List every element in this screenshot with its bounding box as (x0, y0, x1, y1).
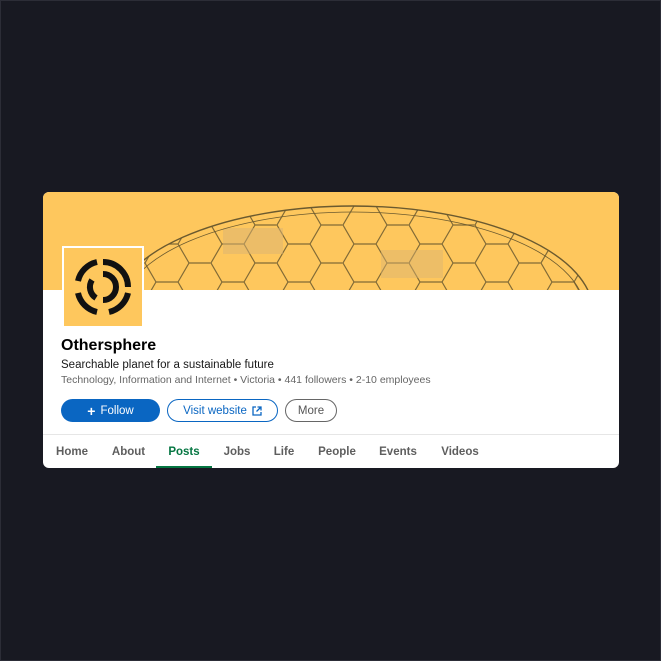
tab-home[interactable]: Home (48, 435, 96, 468)
company-meta: Technology, Information and Internet • V… (61, 374, 431, 386)
page-tabs: Home About Posts Jobs Life People Events… (43, 435, 619, 468)
visit-website-button[interactable]: Visit website (167, 399, 278, 422)
tab-jobs[interactable]: Jobs (218, 435, 256, 468)
tab-life[interactable]: Life (267, 435, 301, 468)
tab-people[interactable]: People (313, 435, 361, 468)
company-profile-card: Othersphere Searchable planet for a sust… (43, 192, 619, 468)
company-tagline: Searchable planet for a sustainable futu… (61, 359, 274, 371)
tab-about[interactable]: About (106, 435, 151, 468)
othersphere-logo-icon (75, 259, 131, 315)
tab-events[interactable]: Events (373, 435, 423, 468)
plus-icon: + (87, 402, 96, 419)
more-label: More (297, 404, 325, 417)
company-logo[interactable] (62, 246, 144, 328)
follow-button[interactable]: + Follow (61, 399, 160, 422)
follow-label: Follow (100, 404, 134, 417)
tab-videos[interactable]: Videos (435, 435, 485, 468)
external-link-icon (252, 405, 262, 416)
visit-website-label: Visit website (183, 404, 247, 417)
company-name: Othersphere (61, 337, 157, 354)
more-button[interactable]: More (285, 399, 337, 422)
tab-posts[interactable]: Posts (156, 435, 212, 468)
